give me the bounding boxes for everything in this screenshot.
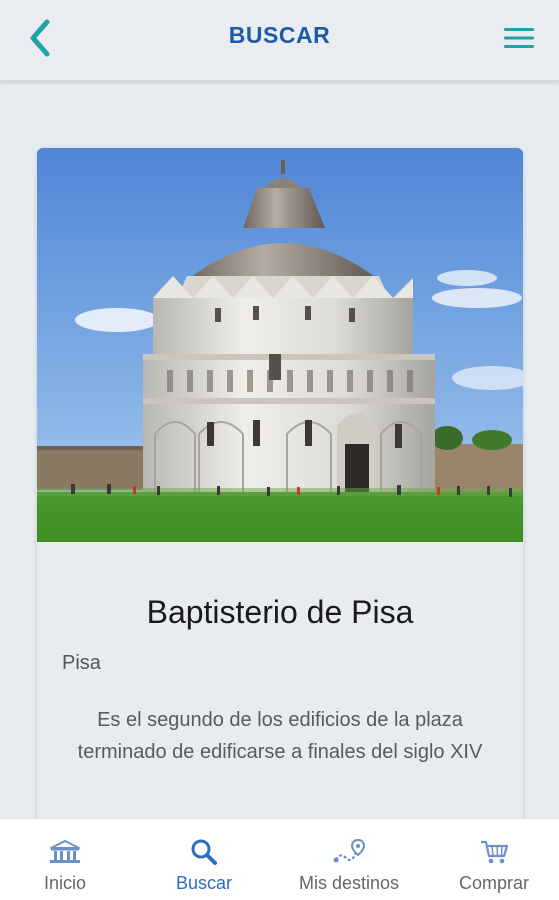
- top-app-bar: BUSCAR: [0, 0, 559, 82]
- menu-button[interactable]: [499, 20, 539, 56]
- cart-icon: [481, 840, 509, 864]
- nav-label-mis-destinos: Mis destinos: [298, 873, 400, 893]
- bottom-navigation: Inicio Buscar Mis destinos Comprar: [0, 818, 559, 900]
- page-title: BUSCAR: [228, 22, 331, 48]
- nav-label-inicio: Inicio: [43, 873, 87, 893]
- museum-icon: [50, 840, 80, 863]
- route-icon: [333, 838, 366, 863]
- hamburger-menu-icon: [504, 28, 534, 48]
- nav-item-buscar[interactable]: Buscar: [134, 819, 274, 900]
- nav-item-comprar[interactable]: Comprar: [424, 819, 559, 900]
- monument-title: Baptisterio de Pisa: [146, 594, 414, 630]
- nav-label-comprar: Comprar: [458, 873, 529, 893]
- nav-item-mis-destinos[interactable]: Mis destinos: [279, 819, 419, 900]
- nav-label-buscar: Buscar: [175, 873, 233, 893]
- nav-item-inicio[interactable]: Inicio: [0, 819, 135, 900]
- monument-city: Pisa: [62, 652, 101, 674]
- monument-card[interactable]: Baptisterio de Pisa Pisa Es el segundo d…: [37, 148, 523, 838]
- monument-photo: [37, 148, 523, 542]
- search-icon: [191, 839, 217, 865]
- monument-description: Es el segundo de los edificios de la pla…: [77, 709, 483, 763]
